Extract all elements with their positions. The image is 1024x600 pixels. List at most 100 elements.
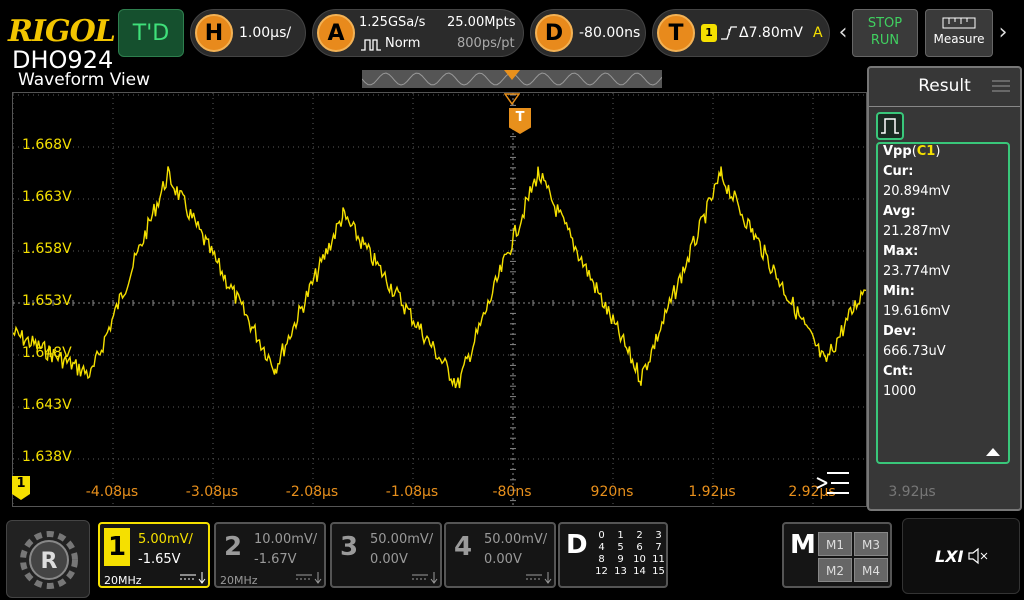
x-axis-label: -80ns	[492, 484, 532, 500]
result-panel[interactable]: Result Vpp(C1) Cur: 20.894mV Avg: 21.287…	[867, 66, 1022, 511]
vpp-measurement-card[interactable]: Vpp(C1) Cur: 20.894mV Avg: 21.287mV Max:…	[876, 142, 1010, 464]
points-per-div: 800ps/pt	[457, 36, 515, 51]
memory-depth: 25.00Mpts	[447, 15, 516, 30]
y-axis-label: 1.668V	[22, 137, 72, 153]
dev-value: 666.73uV	[883, 344, 946, 359]
chevron-left-icon[interactable]: ‹	[836, 20, 850, 46]
max-value: 23.774mV	[883, 264, 951, 279]
channel-number: 1	[104, 528, 130, 566]
dc-coupling-icon	[180, 572, 206, 587]
digital-channel: 9	[617, 554, 624, 565]
ruler-icon	[942, 16, 976, 30]
channel-scale: 5.00mV/	[138, 532, 193, 547]
avg-label: Avg:	[883, 204, 916, 219]
gear-icon: R	[20, 531, 78, 589]
y-axis-label: 1.643V	[22, 397, 72, 413]
channel-scale: 10.00mV/	[254, 532, 318, 547]
channel-number: 2	[223, 532, 243, 562]
lxi-logo: LXI	[935, 547, 964, 566]
trigger-pill[interactable]: T 1 Δ7.80mV A	[652, 9, 830, 57]
channel-bandwidth-limit: 20MHz	[104, 574, 142, 587]
channel-1-box[interactable]: 1 5.00mV/ -1.65V 20MHz	[98, 522, 210, 588]
sample-rate: 1.25GSa/s	[359, 15, 426, 30]
speaker-muted-icon[interactable]	[967, 547, 989, 569]
x-axis-label: -4.08μs	[85, 484, 139, 500]
channel-offset: -1.65V	[138, 552, 181, 567]
top-toolbar: RIGOL DHO924 T'D H 1.00μs/ A 1.25GSa/s N…	[0, 0, 1024, 74]
y-axis-label: 1.663V	[22, 189, 72, 205]
digital-channel: 0	[598, 530, 605, 541]
channel-4-box[interactable]: 4 50.00mV/0.00V	[444, 522, 556, 588]
acquire-mode: Norm	[385, 36, 421, 51]
delay-badge[interactable]: D	[535, 14, 573, 52]
waveform-view-title: Waveform View	[18, 70, 151, 90]
stop-label: STOP	[867, 16, 903, 31]
delay-pill[interactable]: D -80.00ns	[530, 9, 646, 57]
min-label: Min:	[883, 284, 915, 299]
digital-channel: 2	[636, 530, 643, 541]
dc-coupling-icon	[296, 572, 322, 587]
waveform-display[interactable]	[12, 92, 867, 507]
channel-offset: -1.67V	[254, 552, 297, 567]
measure-label: Measure	[933, 32, 985, 46]
x-axis-label: -1.08μs	[385, 484, 439, 500]
y-axis-label: 1.658V	[22, 241, 72, 257]
digital-channel: 11	[652, 554, 665, 565]
acquire-badge[interactable]: A	[317, 14, 355, 52]
trigger-badge[interactable]: T	[657, 14, 695, 52]
channel-3-box[interactable]: 3 50.00mV/0.00V	[330, 522, 442, 588]
horizontal-pill[interactable]: H 1.00μs/	[190, 9, 306, 57]
stop-run-button[interactable]: STOP RUN	[852, 9, 918, 57]
delay-value: -80.00ns	[579, 25, 641, 41]
digital-channel: 13	[614, 566, 627, 577]
measurement-name: Vpp	[883, 144, 912, 159]
x-axis-label: 1.92μs	[688, 484, 736, 500]
result-menu-icon[interactable]	[992, 78, 1010, 97]
dc-coupling-icon	[412, 572, 438, 587]
digital-channel: 5	[617, 542, 624, 553]
collapse-arrow-icon[interactable]	[986, 448, 1000, 456]
digital-channels-box[interactable]: D 0 1 2 3 4 5 6 7 8 9 10 11 12 13 14 15	[558, 522, 668, 588]
pulse-icon[interactable]	[876, 112, 904, 140]
td-button[interactable]: T'D	[118, 9, 184, 57]
chevron-right-icon[interactable]: ›	[996, 20, 1010, 46]
m2-button[interactable]: M2	[818, 558, 852, 582]
measurement-channel: C1	[916, 144, 936, 159]
home-button[interactable]: R	[6, 520, 90, 598]
acquire-mode-icon	[361, 37, 381, 56]
waveform-grid	[13, 93, 866, 506]
measure-button[interactable]: Measure	[925, 9, 993, 57]
cnt-label: Cnt:	[883, 364, 914, 379]
svg-text:R: R	[41, 549, 58, 574]
cur-label: Cur:	[883, 164, 914, 179]
bottom-bar: R 1 5.00mV/ -1.65V 20MHz 2 10.00mV/ -1.67V 20MH…	[0, 512, 1024, 600]
digital-channel: 14	[633, 566, 646, 577]
m4-button[interactable]: M4	[854, 558, 888, 582]
timebase-value: 1.00μs/	[239, 25, 292, 41]
rising-edge-icon	[721, 24, 737, 46]
digital-channel: 7	[655, 542, 662, 553]
status-box[interactable]: LXI	[902, 518, 1020, 594]
channel-offset: 0.00V	[370, 552, 408, 567]
menu-icon[interactable]	[815, 470, 851, 496]
trigger-position-arrow-icon[interactable]	[503, 70, 521, 110]
trigger-source: 1	[701, 24, 717, 42]
digital-channel: 6	[636, 542, 643, 553]
trigger-level: Δ7.80mV	[739, 25, 803, 41]
x-axis-label: 920ns	[590, 484, 634, 500]
m3-button[interactable]: M3	[854, 532, 888, 556]
math-box[interactable]: M M1 M3 M2 M4	[782, 522, 892, 588]
m1-button[interactable]: M1	[818, 532, 852, 556]
math-label: M	[790, 530, 816, 560]
dc-coupling-icon	[526, 572, 552, 587]
y-axis-label: 1.638V	[22, 449, 72, 465]
acquire-pill[interactable]: A 1.25GSa/s Norm 25.00Mpts 800ps/pt	[312, 9, 524, 57]
digital-channel: 8	[598, 554, 605, 565]
brand-logo: RIGOL	[8, 14, 116, 49]
digital-channel: 4	[598, 542, 605, 553]
run-label: RUN	[870, 33, 900, 48]
horizontal-badge[interactable]: H	[195, 14, 233, 52]
channel-scale: 50.00mV/	[370, 532, 434, 547]
channel-offset: 0.00V	[484, 552, 522, 567]
channel-2-box[interactable]: 2 10.00mV/ -1.67V 20MHz	[214, 522, 326, 588]
